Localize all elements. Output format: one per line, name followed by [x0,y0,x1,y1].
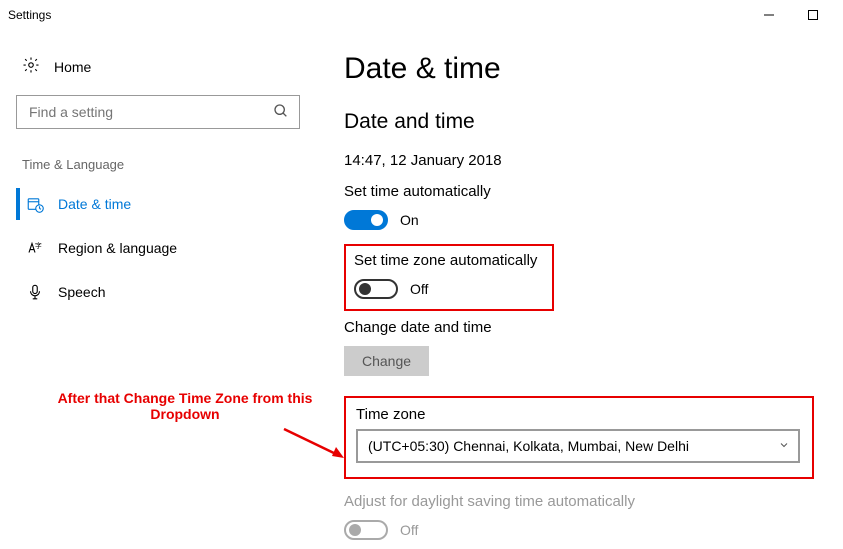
dst-label: Adjust for daylight saving time automati… [344,493,819,510]
set-time-auto-toggle[interactable] [344,210,388,230]
timezone-dropdown[interactable]: (UTC+05:30) Chennai, Kolkata, Mumbai, Ne… [356,429,800,463]
change-button[interactable]: Change [344,346,429,376]
search-box[interactable] [16,95,300,129]
sidebar: Home Time & Language Date & time [0,30,320,549]
search-icon [273,103,289,122]
annotation-arrow-2 [280,425,350,465]
search-input[interactable] [27,103,273,121]
page-title: Date & time [344,52,819,86]
nav-item-label: Date & time [58,196,131,212]
nav-region-language[interactable]: 字 Region & language [16,226,300,270]
current-datetime: 14:47, 12 January 2018 [344,152,819,169]
nav-item-label: Region & language [58,240,177,256]
window-title: Settings [8,8,51,22]
nav-speech[interactable]: Speech [16,270,300,314]
maximize-button[interactable] [791,0,835,30]
gear-icon [22,56,40,77]
minimize-button[interactable] [747,0,791,30]
dst-state: Off [400,522,418,538]
change-date-time-label: Change date and time [344,319,819,336]
home-label: Home [54,59,91,75]
main-pane: Date & time Date and time 14:47, 12 Janu… [320,30,843,549]
annotation-box-timezone-dropdown: Time zone (UTC+05:30) Chennai, Kolkata, … [344,396,814,479]
set-tz-auto-toggle[interactable] [354,279,398,299]
nav-group-label: Time & Language [22,157,300,172]
nav-date-time[interactable]: Date & time [16,182,300,226]
timezone-label: Time zone [356,406,800,423]
home-nav[interactable]: Home [16,52,300,95]
microphone-icon [26,283,44,301]
annotation-box-timezone-auto: Set time zone automatically Off [344,244,554,311]
set-tz-auto-label: Set time zone automatically [354,252,542,269]
set-time-auto-state: On [400,212,419,228]
set-tz-auto-state: Off [410,281,428,297]
language-icon: 字 [26,239,44,257]
dst-toggle [344,520,388,540]
chevron-down-icon [778,438,790,454]
title-bar: Settings [0,0,843,30]
section-heading: Date and time [344,110,819,134]
annotation-change-tz: After that Change Time Zone from this Dr… [50,390,320,422]
timezone-value: (UTC+05:30) Chennai, Kolkata, Mumbai, Ne… [368,438,689,454]
nav-item-label: Speech [58,284,105,300]
svg-text:字: 字 [35,241,42,250]
set-time-auto-label: Set time automatically [344,183,819,200]
calendar-clock-icon [26,195,44,213]
